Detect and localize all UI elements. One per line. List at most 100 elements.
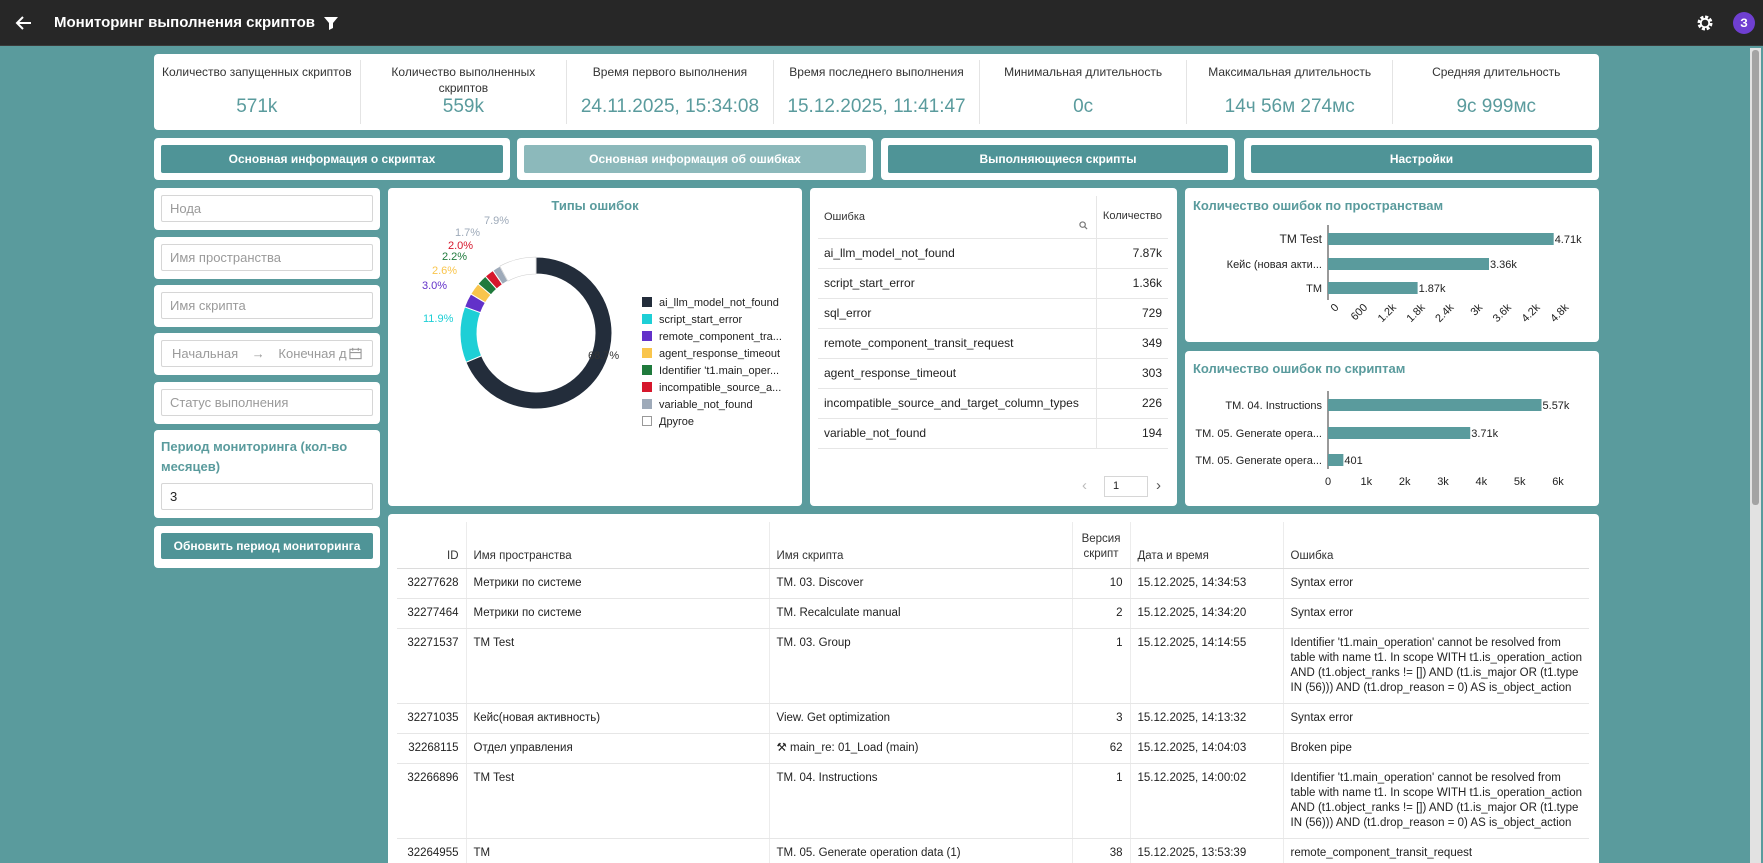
legend-item[interactable]: agent_response_timeout <box>642 348 780 360</box>
date-range-picker[interactable]: Начальная → Конечная д <box>161 340 373 367</box>
avatar[interactable]: З <box>1733 12 1755 34</box>
error-count: 194 <box>1095 418 1168 449</box>
error-row[interactable]: sql_error 729 <box>818 298 1168 329</box>
bar[interactable] <box>1328 399 1542 411</box>
legend-item[interactable]: Другое <box>642 416 694 428</box>
error-count: 349 <box>1095 328 1168 359</box>
stat-value: 24.11.2025, 15:34:08 <box>580 96 760 117</box>
tab-scripts-info-wrap: Основная информация о скриптах <box>154 138 510 180</box>
log-col-header[interactable]: Ошибка <box>1282 522 1589 569</box>
errors-col-count[interactable]: Количество <box>1095 196 1168 239</box>
legend-item[interactable]: ai_llm_model_not_found <box>642 297 779 309</box>
calendar-icon[interactable] <box>349 347 362 360</box>
donut-slice[interactable] <box>459 306 483 363</box>
error-count: 729 <box>1095 298 1168 329</box>
row-space: Отдел управления <box>465 733 769 764</box>
row-version: 2 <box>1071 598 1130 629</box>
period-input[interactable]: 3 <box>161 483 373 510</box>
legend-item[interactable]: incompatible_source_a... <box>642 382 781 394</box>
date-start-input[interactable]: Начальная <box>172 346 238 361</box>
bar-category-label: TM. 05. Generate opera... <box>1195 428 1322 440</box>
errors-col-error[interactable]: Ошибка <box>818 196 1097 239</box>
table-row[interactable]: 32268115 Отдел управления ⚒ main_re: 01_Lo… <box>397 733 1589 764</box>
space-filter-box: Имя пространства <box>154 237 380 279</box>
bar[interactable] <box>1328 258 1489 270</box>
space-input[interactable]: Имя пространства <box>161 244 373 271</box>
row-space: ТМ <box>465 838 769 863</box>
stat-label: Количество выполненных скриптов <box>391 65 536 95</box>
stat-value: 14ч 56м 274мс <box>1224 96 1355 117</box>
row-error: Identifier 't1.main_operation' cannot be… <box>1282 763 1589 839</box>
node-input[interactable]: Нода <box>161 195 373 222</box>
x-tick-label: 1.8k <box>1404 301 1428 325</box>
log-col-header[interactable]: ID <box>397 522 466 569</box>
error-row[interactable]: remote_component_transit_request 349 <box>818 328 1168 359</box>
prev-page-icon[interactable]: ‹ <box>1082 477 1087 494</box>
page-input[interactable]: 1 <box>1104 476 1148 497</box>
stat-card: Время последнего выполнения 15.12.2025, 1… <box>774 60 981 124</box>
bar[interactable] <box>1328 454 1344 466</box>
stat-value: 559k <box>442 96 484 117</box>
bar[interactable] <box>1328 427 1471 439</box>
back-arrow-icon[interactable] <box>14 13 34 33</box>
scrollbar-thumb[interactable] <box>1752 50 1759 505</box>
row-id: 32271035 <box>397 703 466 734</box>
tab-running-scripts[interactable]: Выполняющиеся скрипты <box>888 145 1228 173</box>
space-bar-chart: TM Test 4.71k Кейс (новая акти... 3.36k ТМ 1.… <box>1227 225 1582 325</box>
bar-category-label: ТМ <box>1306 283 1322 295</box>
row-datetime: 15.12.2025, 13:53:39 <box>1129 838 1283 863</box>
table-row[interactable]: 32277628 Метрики по системе TM. 03. Discov… <box>397 568 1589 599</box>
tab-settings[interactable]: Настройки <box>1251 145 1592 173</box>
error-name: variable_not_found <box>818 418 1097 449</box>
tab-errors-info[interactable]: Основная информация об ошибках <box>524 145 866 173</box>
row-datetime: 15.12.2025, 14:34:53 <box>1129 568 1283 599</box>
filter-icon[interactable] <box>323 15 339 31</box>
legend-swatch <box>642 416 652 426</box>
bar[interactable] <box>1328 233 1554 245</box>
script-input[interactable]: Имя скрипта <box>161 292 373 319</box>
table-row[interactable]: 32266896 TM Test TM. 04. Instructions 1 15.1… <box>397 763 1589 839</box>
legend-item[interactable]: variable_not_found <box>642 399 753 411</box>
bar-value-label: 5.57k <box>1543 400 1570 412</box>
legend-item[interactable]: remote_component_tra... <box>642 331 782 343</box>
page-scrollbar[interactable] <box>1750 48 1761 863</box>
error-row[interactable]: agent_response_timeout 303 <box>818 358 1168 389</box>
status-input[interactable]: Статус выполнения <box>161 389 373 416</box>
date-end-input[interactable]: Конечная д <box>278 346 346 361</box>
log-col-header[interactable]: Версия скрипт <box>1071 522 1130 569</box>
stat-value: 571k <box>236 96 278 117</box>
table-row[interactable]: 32271537 TM Test TM. 03. Group 1 15.12.2025,… <box>397 628 1589 704</box>
errors-table: Ошибка Количество ai_llm_model_not_found… <box>818 196 1168 449</box>
update-period-button[interactable]: Обновить период мониторинга <box>161 533 373 559</box>
table-row[interactable]: 32277464 Метрики по системе TM. Recalculat… <box>397 598 1589 629</box>
table-row[interactable]: 32271035 Кейс(новая активность) View. Get … <box>397 703 1589 734</box>
legend-item[interactable]: script_start_error <box>642 314 742 326</box>
table-row[interactable]: 32264955 ТМ TM. 05. Generate operation dat… <box>397 838 1589 863</box>
x-tick-label: 3k <box>1468 301 1485 318</box>
page-title: Мониторинг выполнения скриптов <box>54 14 315 31</box>
tab-scripts-info[interactable]: Основная информация о скриптах <box>161 145 503 173</box>
gear-icon[interactable] <box>1695 13 1715 33</box>
next-page-icon[interactable]: › <box>1156 477 1161 494</box>
error-row[interactable]: script_start_error 1.36k <box>818 268 1168 299</box>
stats-panel: Количество запущенных скриптов 571k Количе… <box>154 54 1599 130</box>
stat-label: Максимальная длительность <box>1208 65 1372 79</box>
log-col-header[interactable]: Имя скрипта <box>768 522 1072 569</box>
x-tick-label: 4k <box>1476 476 1488 488</box>
x-tick-label: 4.8k <box>1548 301 1572 325</box>
error-row[interactable]: variable_not_found 194 <box>818 418 1168 449</box>
x-tick-label: 6k <box>1552 476 1564 488</box>
row-datetime: 15.12.2025, 14:00:02 <box>1129 763 1283 839</box>
search-icon[interactable] <box>1079 221 1088 230</box>
log-col-header[interactable]: Имя пространства <box>465 522 769 569</box>
error-name: agent_response_timeout <box>818 358 1097 389</box>
legend-item[interactable]: Identifier 't1.main_oper... <box>642 365 779 377</box>
row-script: TM. 03. Discover <box>768 568 1072 599</box>
error-row[interactable]: ai_llm_model_not_found 7.87k <box>818 238 1168 269</box>
log-col-header[interactable]: Дата и время <box>1129 522 1283 569</box>
stat-label: Время первого выполнения <box>592 65 748 79</box>
bar[interactable] <box>1328 282 1418 294</box>
error-count: 7.87k <box>1095 238 1168 269</box>
error-row[interactable]: incompatible_source_and_target_column_ty… <box>818 388 1168 419</box>
legend-swatch <box>642 331 652 341</box>
